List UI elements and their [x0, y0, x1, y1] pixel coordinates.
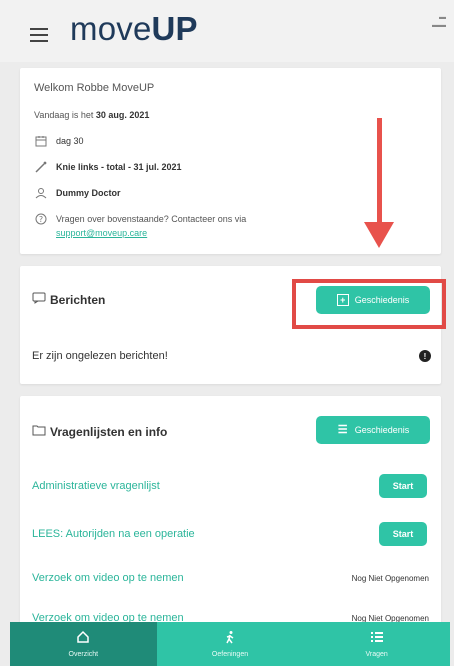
- support-email-link[interactable]: support@moveup.care: [56, 228, 147, 238]
- nav-vragen[interactable]: Vragen: [303, 622, 450, 666]
- questionnaire-item[interactable]: LEES: Autorijden na een operatie: [32, 528, 195, 540]
- folder-icon: [32, 424, 46, 439]
- scalpel-icon: [34, 160, 48, 174]
- doctor-row: Dummy Doctor: [34, 186, 121, 200]
- calendar-icon: [34, 134, 48, 148]
- walking-icon: [223, 630, 237, 647]
- today-text: Vandaag is het 30 aug. 2021: [34, 110, 150, 120]
- start-button[interactable]: Start: [379, 522, 427, 546]
- questionnaires-title: Vragenlijsten en info: [50, 424, 168, 439]
- nav-label: Oefeningen: [211, 651, 249, 658]
- annotation-highlight-box: [292, 279, 446, 329]
- nav-label: Overzicht: [68, 651, 99, 658]
- question-text: Vragen over bovenstaande? Contacteer ons…: [56, 214, 247, 224]
- question-row: ? Vragen over bovenstaande? Contacteer o…: [34, 212, 246, 226]
- top-bar: moveUP ▬ ▬▬: [0, 0, 454, 62]
- video-status: Nog Niet Opgenomen: [351, 574, 429, 583]
- user-icon: [34, 186, 48, 200]
- questionnaire-item[interactable]: Administratieve vragenlijst: [32, 480, 160, 492]
- nav-overzicht[interactable]: Overzicht: [10, 622, 157, 666]
- svg-text:?: ?: [39, 215, 43, 224]
- status-indicator: ▬ ▬▬: [432, 14, 446, 29]
- day-label: dag 30: [56, 136, 84, 146]
- doctor-label: Dummy Doctor: [56, 188, 121, 198]
- questionnaires-header: Vragenlijsten en info: [32, 424, 167, 439]
- operation-row: Knie links - total - 31 jul. 2021: [34, 160, 182, 174]
- video-request-item[interactable]: Verzoek om video op te nemen: [32, 572, 184, 584]
- questionnaires-card: Vragenlijsten en info ☰ Geschiedenis Adm…: [20, 396, 441, 626]
- list-icon: [370, 630, 384, 647]
- questionnaires-history-button[interactable]: ☰ Geschiedenis: [316, 416, 430, 444]
- welcome-text: Welkom Robbe MoveUP: [34, 82, 155, 94]
- day-row: dag 30: [34, 134, 84, 148]
- messages-title: Berichten: [50, 292, 106, 307]
- nav-oefeningen[interactable]: Oefeningen: [157, 622, 304, 666]
- operation-label: Knie links - total - 31 jul. 2021: [56, 162, 182, 172]
- nav-label: Vragen: [365, 651, 388, 658]
- hamburger-icon[interactable]: [30, 28, 48, 42]
- chat-icon: [32, 292, 46, 307]
- annotation-arrow: [377, 118, 382, 228]
- messages-header: Berichten: [32, 292, 105, 307]
- unread-messages-text: Er zijn ongelezen berichten!: [32, 350, 168, 362]
- list-icon: ☰: [337, 423, 348, 436]
- question-icon: ?: [34, 212, 48, 226]
- moveup-logo: moveUP: [70, 10, 198, 47]
- bottom-navigation: Overzicht Oefeningen Vragen: [10, 622, 450, 666]
- start-button[interactable]: Start: [379, 474, 427, 498]
- annotation-arrow-head: [364, 222, 394, 248]
- info-icon: !: [419, 350, 431, 362]
- home-icon: [76, 630, 90, 647]
